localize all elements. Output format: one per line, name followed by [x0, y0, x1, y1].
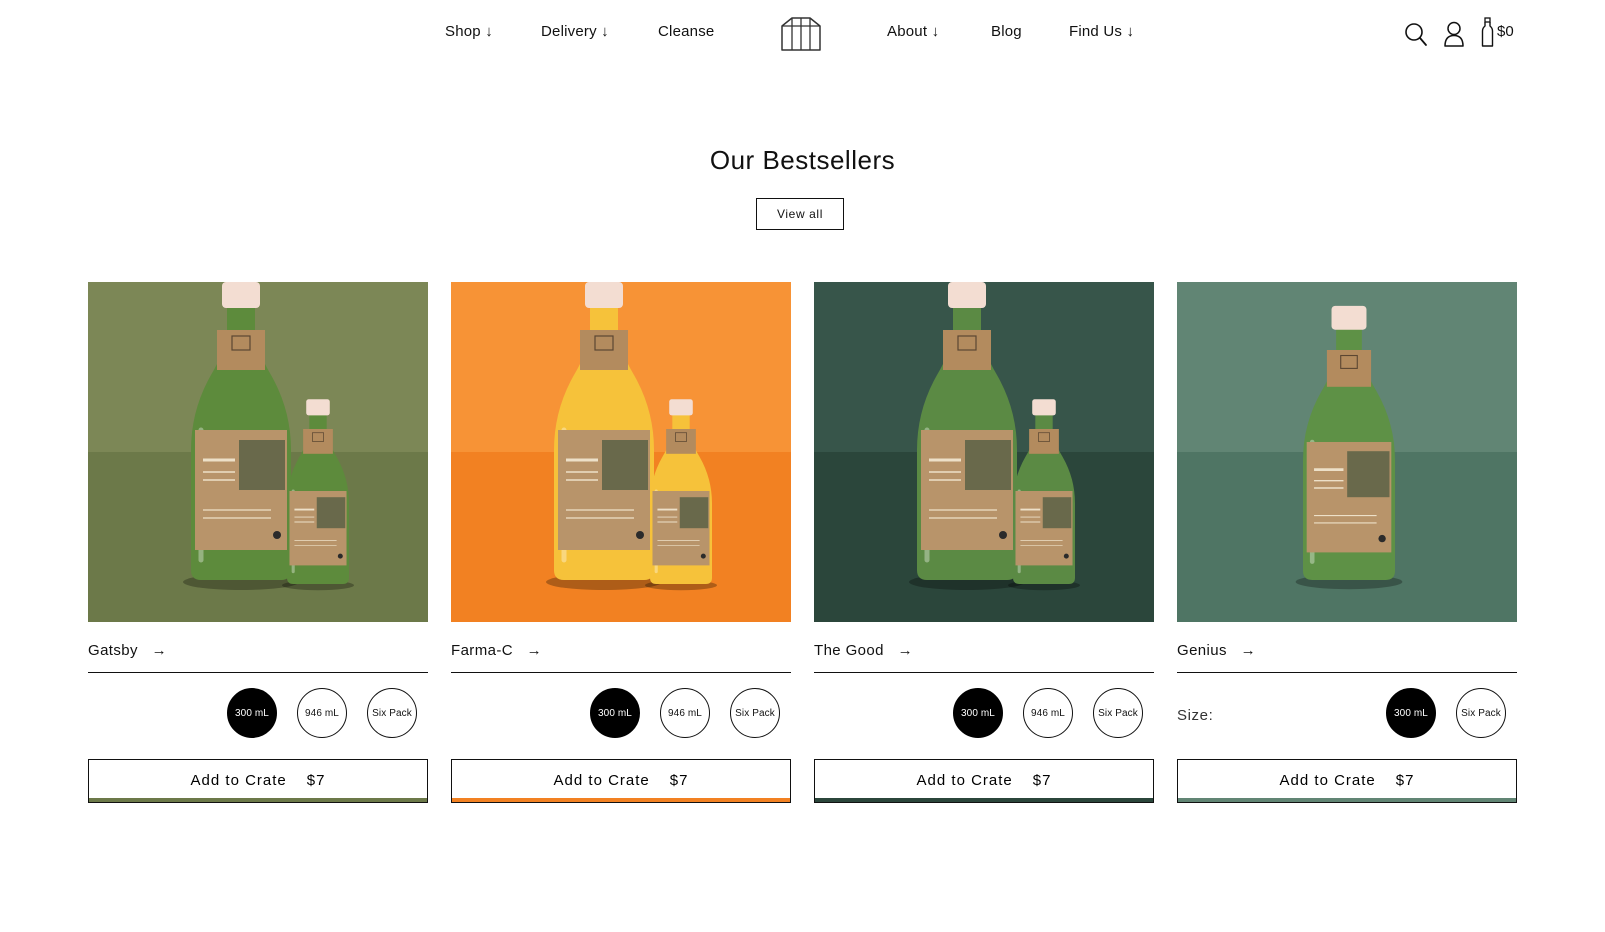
bottle — [645, 399, 717, 591]
size-option-six-pack[interactable]: Six Pack — [1093, 688, 1143, 738]
product-name-link[interactable]: Farma-C → — [451, 642, 542, 659]
size-option-six-pack[interactable]: Six Pack — [730, 688, 780, 738]
bottle — [909, 282, 1025, 590]
add-to-crate-button[interactable]: Add to Crate $7 — [814, 759, 1154, 803]
nav-shop[interactable]: Shop ↓ — [445, 23, 493, 40]
arrow-right-icon: → — [151, 642, 168, 659]
cart-total[interactable]: $0 — [1497, 23, 1514, 40]
product-image[interactable] — [451, 282, 791, 622]
size-option-300ml[interactable]: 300 mL — [590, 688, 640, 738]
price: $7 — [1032, 772, 1052, 789]
product-name-row: Farma-C → — [451, 622, 791, 673]
bottle — [183, 282, 299, 590]
add-to-crate-label: Add to Crate — [1279, 772, 1376, 789]
add-to-crate-button[interactable]: Add to Crate $7 — [88, 759, 428, 803]
product-card-the-good: The Good → 300 mL 946 mL Six Pack Add to… — [814, 282, 1154, 806]
juice-bottle-illustration — [1295, 305, 1403, 590]
price: $7 — [306, 772, 326, 789]
search-icon[interactable] — [1404, 22, 1428, 48]
size-selector: 300 mL 946 mL Six Pack — [451, 673, 791, 759]
add-to-crate-button[interactable]: Add to Crate $7 — [451, 759, 791, 803]
size-label: Size: — [1177, 707, 1214, 724]
size-option-946ml[interactable]: 946 mL — [297, 688, 347, 738]
size-option-300ml[interactable]: 300 mL — [227, 688, 277, 738]
color-strip — [815, 798, 1153, 802]
size-option-946ml[interactable]: 946 mL — [660, 688, 710, 738]
arrow-right-icon: → — [1240, 642, 1257, 659]
size-option-300ml[interactable]: 300 mL — [1386, 688, 1436, 738]
product-card-gatsby: Gatsby → 300 mL 946 mL Six Pack Add to C… — [88, 282, 428, 806]
bottle — [282, 399, 354, 591]
juice-bottles-illustration — [909, 282, 1080, 591]
size-selector: 300 mL 946 mL Six Pack — [88, 673, 428, 759]
product-name-row: Genius → — [1177, 622, 1517, 673]
size-option-six-pack[interactable]: Six Pack — [1456, 688, 1506, 738]
product-name-link[interactable]: Genius → — [1177, 642, 1256, 659]
size-option-300ml[interactable]: 300 mL — [953, 688, 1003, 738]
arrow-right-icon: → — [526, 642, 543, 659]
add-to-crate-label: Add to Crate — [553, 772, 650, 789]
color-strip — [452, 798, 790, 802]
site-header: Shop ↓ Delivery ↓ Cleanse About ↓ Blog F… — [0, 0, 1605, 70]
juice-bottles-illustration — [546, 282, 717, 591]
color-strip — [1178, 798, 1516, 802]
product-name-row: Gatsby → — [88, 622, 428, 673]
account-icon[interactable] — [1443, 20, 1465, 48]
nav-cleanse[interactable]: Cleanse — [658, 23, 714, 40]
size-option-946ml[interactable]: 946 mL — [1023, 688, 1073, 738]
nav-find-us[interactable]: Find Us ↓ — [1069, 23, 1134, 40]
view-all-button[interactable]: View all — [756, 198, 844, 230]
product-name-link[interactable]: The Good → — [814, 642, 913, 659]
add-to-crate-button[interactable]: Add to Crate $7 — [1177, 759, 1517, 803]
product-card-genius: Genius → Size: 300 mL Six Pack Add to Cr… — [1177, 282, 1517, 806]
product-image[interactable] — [88, 282, 428, 622]
nav-blog[interactable]: Blog — [991, 23, 1022, 40]
size-selector: 300 mL 946 mL Six Pack — [814, 673, 1154, 759]
product-card-farma-c: Farma-C → 300 mL 946 mL Six Pack Add to … — [451, 282, 791, 806]
nav-about[interactable]: About ↓ — [887, 23, 939, 40]
greenhouse-logo-icon[interactable] — [780, 16, 822, 52]
arrow-right-icon: → — [897, 642, 914, 659]
color-strip — [89, 798, 427, 802]
product-name-link[interactable]: Gatsby → — [88, 642, 167, 659]
size-selector: Size: 300 mL Six Pack — [1177, 673, 1517, 759]
product-image[interactable] — [1177, 282, 1517, 622]
section-title: Our Bestsellers — [709, 145, 896, 175]
bottle — [546, 282, 662, 590]
price: $7 — [1395, 772, 1415, 789]
add-to-crate-label: Add to Crate — [916, 772, 1013, 789]
product-name-row: The Good → — [814, 622, 1154, 673]
bottle-cart-icon[interactable] — [1481, 17, 1494, 48]
size-option-six-pack[interactable]: Six Pack — [367, 688, 417, 738]
product-image[interactable] — [814, 282, 1154, 622]
price: $7 — [669, 772, 689, 789]
bottle — [1008, 399, 1080, 591]
add-to-crate-label: Add to Crate — [190, 772, 287, 789]
nav-delivery[interactable]: Delivery ↓ — [541, 23, 609, 40]
bottle — [1295, 305, 1403, 590]
juice-bottles-illustration — [183, 282, 354, 591]
